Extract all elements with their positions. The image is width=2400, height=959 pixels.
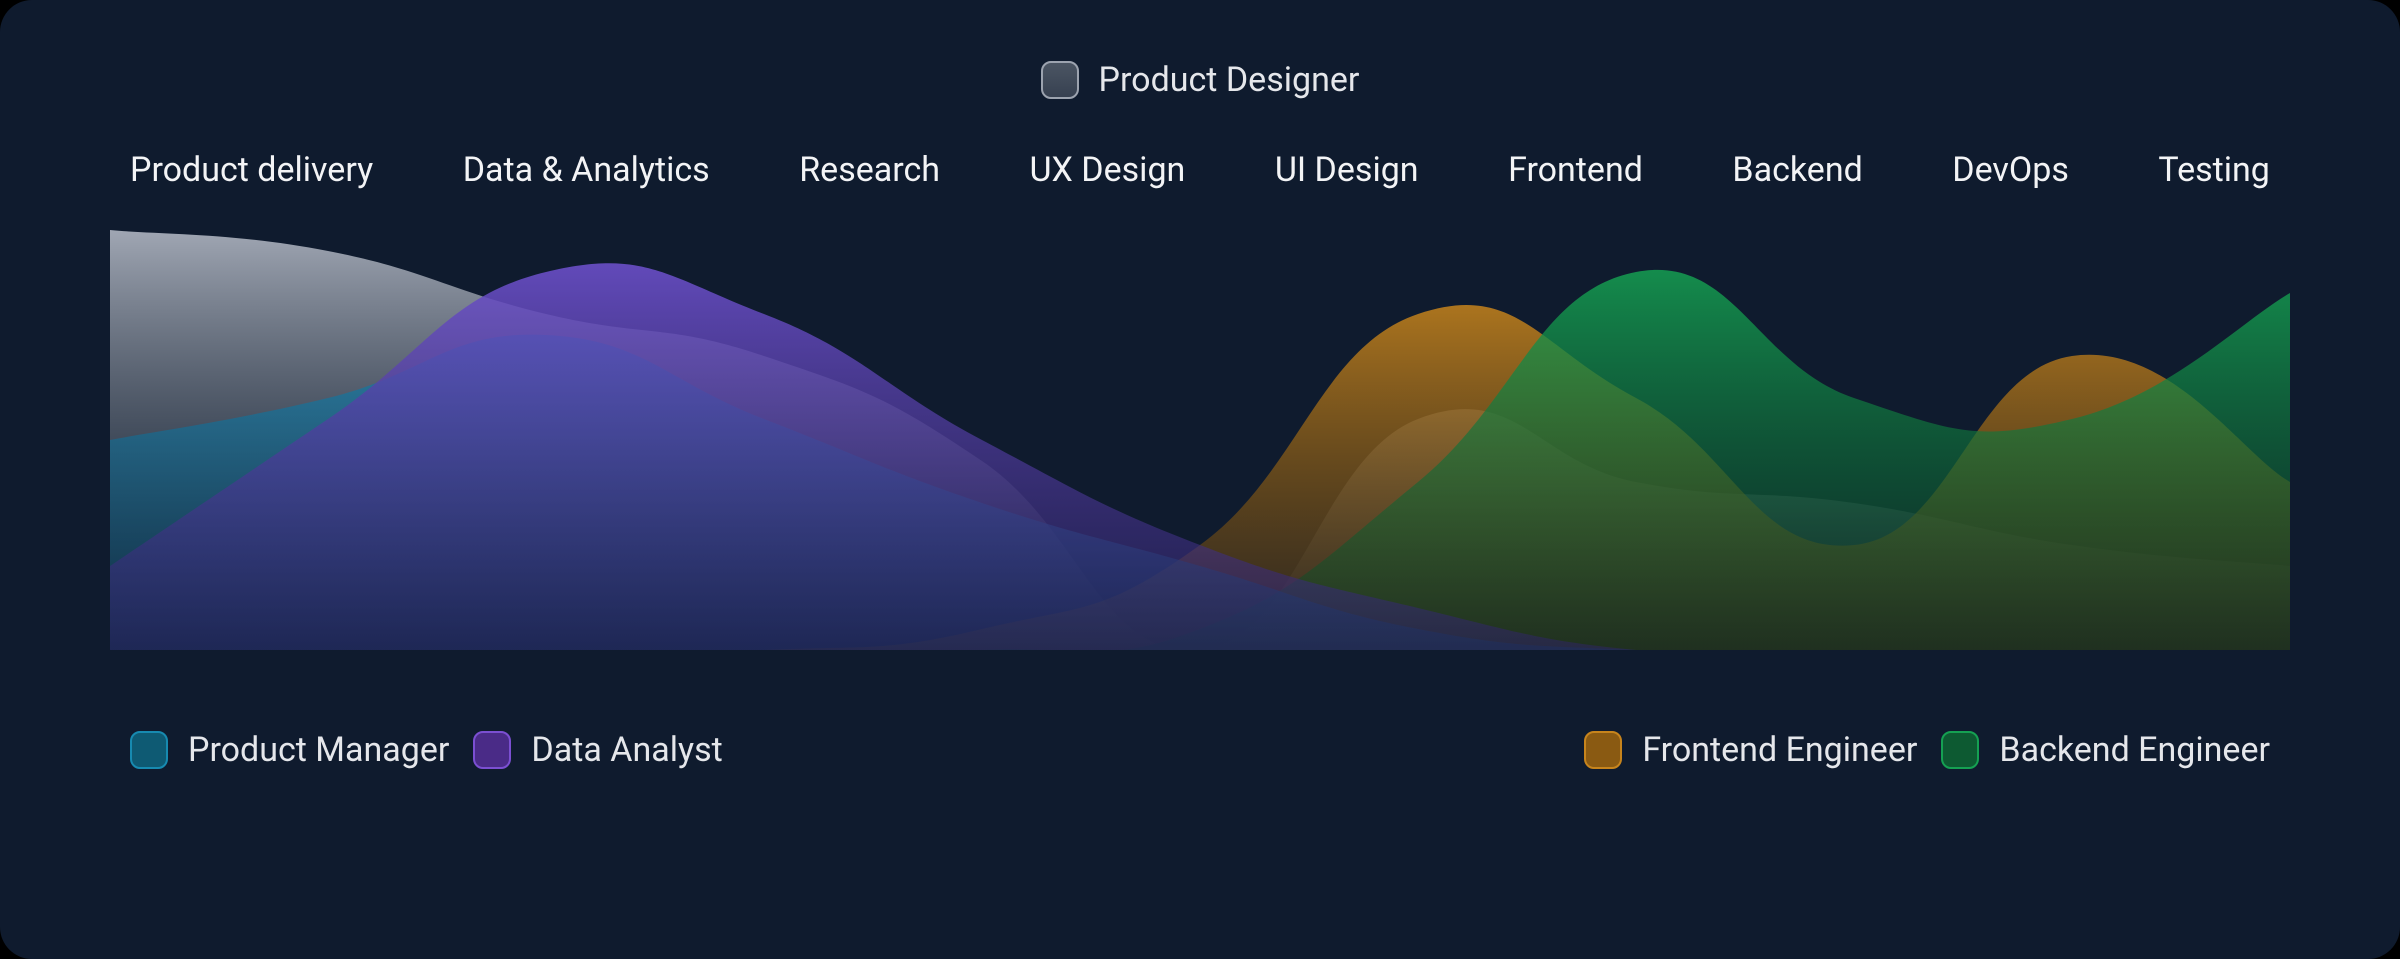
legend-item-da: Data Analyst — [473, 730, 722, 770]
category-research: Research — [799, 150, 940, 190]
legend-item-pm: Product Manager — [130, 730, 449, 770]
be-swatch — [1941, 731, 1979, 769]
pm-swatch — [130, 731, 168, 769]
be-label: Backend Engineer — [1999, 730, 2270, 770]
da-label: Data Analyst — [531, 730, 722, 770]
pm-label: Product Manager — [188, 730, 449, 770]
category-data-analytics: Data & Analytics — [463, 150, 710, 190]
bottom-legend: Product Manager Data Analyst Frontend En… — [0, 730, 2400, 770]
chart-area — [110, 230, 2290, 650]
area-chart-svg — [110, 230, 2290, 650]
category-backend: Backend — [1732, 150, 1862, 190]
fe-swatch — [1584, 731, 1622, 769]
category-ux-design: UX Design — [1030, 150, 1186, 190]
category-frontend: Frontend — [1508, 150, 1643, 190]
designer-swatch — [1041, 61, 1079, 99]
top-legend: Product Designer — [0, 60, 2400, 100]
da-swatch — [473, 731, 511, 769]
designer-label: Product Designer — [1099, 60, 1360, 100]
category-product-delivery: Product delivery — [130, 150, 373, 190]
legend-item-fe: Frontend Engineer — [1584, 730, 1917, 770]
category-devops: DevOps — [1952, 150, 2069, 190]
role-skill-chart-card: Product Designer Product delivery Data &… — [0, 0, 2400, 959]
category-ui-design: UI Design — [1275, 150, 1419, 190]
category-testing: Testing — [2158, 150, 2269, 190]
fe-label: Frontend Engineer — [1642, 730, 1917, 770]
legend-item-be: Backend Engineer — [1941, 730, 2270, 770]
category-row: Product delivery Data & Analytics Resear… — [0, 150, 2400, 190]
